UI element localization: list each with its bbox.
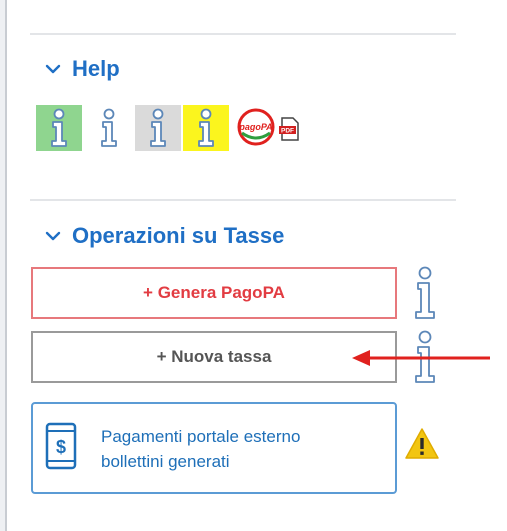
operations-title: Operazioni su Tasse: [72, 223, 285, 248]
warning-icon: [405, 428, 439, 459]
chevron-down-icon: [45, 231, 61, 241]
payments-line-1: Pagamenti portale esterno: [101, 427, 301, 446]
annotation-arrow: [352, 350, 490, 366]
info-icon[interactable]: [410, 266, 440, 320]
info-icon-grey[interactable]: [135, 105, 181, 151]
pagopa-badge-text: pagoPA: [238, 122, 272, 132]
mobile-payment-icon: $: [45, 422, 77, 470]
info-icon-yellow[interactable]: [183, 105, 229, 151]
pagopa-icon[interactable]: pagoPA: [236, 107, 276, 147]
genera-pagopa-button[interactable]: + Genera PagoPA: [31, 267, 397, 319]
help-section-header[interactable]: Help: [44, 56, 120, 82]
divider-middle: [30, 199, 456, 201]
operations-section-header[interactable]: Operazioni su Tasse: [44, 223, 284, 249]
pdf-icon[interactable]: PDF: [278, 117, 300, 141]
external-payments-button[interactable]: $ Pagamenti portale esterno bollettini g…: [31, 402, 397, 494]
external-payments-label: Pagamenti portale esterno bollettini gen…: [101, 424, 300, 474]
help-title: Help: [72, 56, 120, 81]
sidebar-edge: [0, 0, 7, 531]
pdf-badge-text: PDF: [281, 128, 294, 135]
info-icon-green[interactable]: [36, 105, 82, 151]
nuova-tassa-button[interactable]: + Nuova tassa: [31, 331, 397, 383]
chevron-down-icon: [45, 64, 61, 74]
divider-top: [30, 33, 456, 35]
svg-text:$: $: [56, 437, 66, 457]
payments-line-2: bollettini generati: [101, 452, 230, 471]
info-icon-plain[interactable]: [86, 105, 132, 151]
